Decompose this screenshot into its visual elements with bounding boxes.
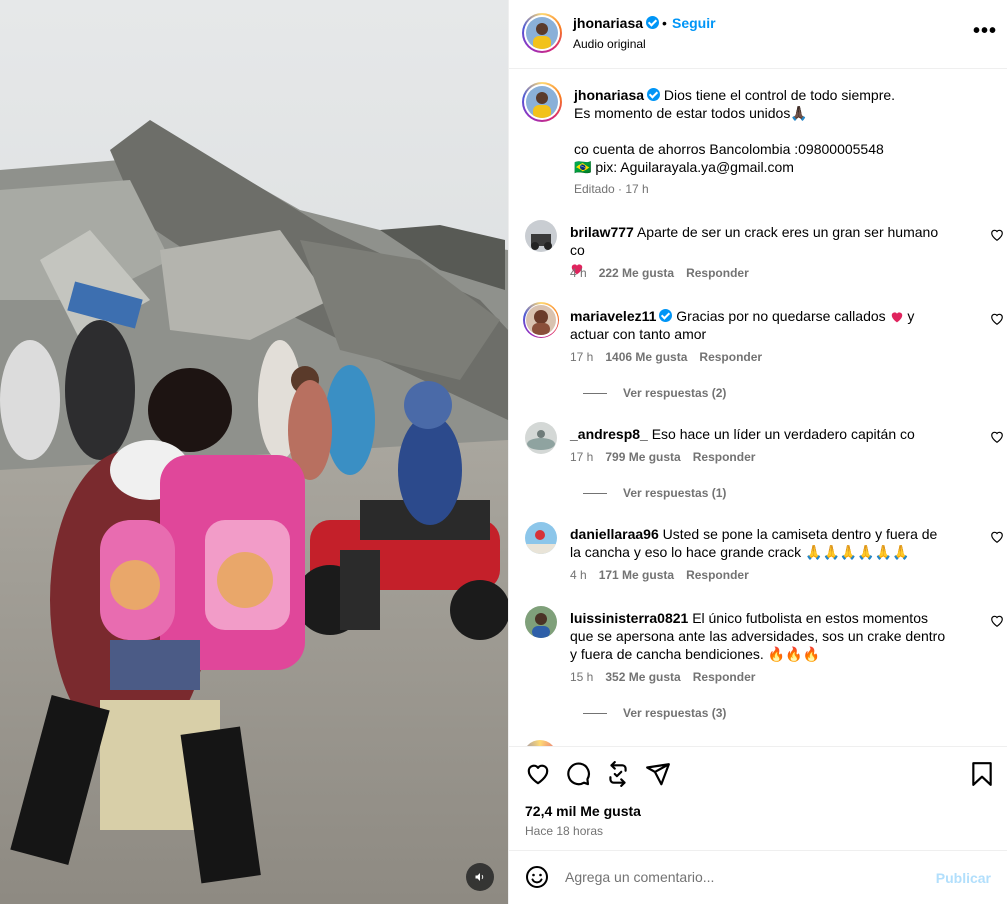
more-options-icon[interactable]: •••	[973, 20, 997, 43]
comment-username[interactable]: daniellaraa96	[570, 526, 659, 542]
repost-icon[interactable]	[605, 761, 631, 787]
comment-like-heart-icon[interactable]	[990, 430, 1004, 444]
post-time: Hace 18 horas	[525, 824, 604, 838]
commenter-avatar[interactable]	[525, 606, 557, 638]
comment-username[interactable]: mariavelez11	[570, 308, 656, 324]
comment-username[interactable]: luissinisterra0821	[570, 610, 688, 626]
comment-likes-count[interactable]: 352 Me gusta	[605, 670, 680, 684]
comment-meta: 17 h 799 Me gusta Responder	[570, 450, 755, 464]
post-header: jhonariasa • Seguir Audio original •••	[509, 0, 1007, 69]
comment-text-start: Gracias por no quedarse callados	[676, 308, 886, 324]
comment-likes-count[interactable]: 222 Me gusta	[599, 266, 674, 280]
commenter-avatar[interactable]	[523, 302, 559, 338]
caption-text-block: jhonariasa Dios tiene el control de todo…	[574, 86, 954, 176]
comment-meta: 4 h 171 Me gusta Responder	[570, 568, 749, 582]
comment-reply-button[interactable]: Responder	[686, 266, 749, 280]
comment-reply-button[interactable]: Responder	[699, 350, 762, 364]
author-username[interactable]: jhonariasa	[573, 15, 660, 31]
smiley-icon[interactable]	[525, 865, 549, 889]
comments-list[interactable]: jhonariasa Dios tiene el control de todo…	[509, 70, 1007, 746]
comment-likes-count[interactable]: 171 Me gusta	[599, 568, 674, 582]
comment-likes-count[interactable]: 799 Me gusta	[605, 450, 680, 464]
comment-username[interactable]: brilaw777	[570, 224, 634, 240]
comment-time: 17 h	[570, 450, 594, 464]
view-replies-button[interactable]: Ver respuestas (3)	[583, 706, 726, 720]
divider-line	[583, 392, 607, 394]
author-avatar[interactable]	[522, 13, 562, 53]
comment-reply-button[interactable]: Responder	[686, 568, 749, 582]
comment-meta: 15 h 352 Me gusta Responder	[570, 670, 755, 684]
red-heart-emoji-icon	[891, 312, 902, 323]
comment-body: luissinisterra0821 El único futbolista e…	[570, 609, 950, 663]
comment-meta: 17 h 1406 Me gusta Responder	[570, 350, 762, 364]
video-frame	[0, 0, 508, 904]
comment-time: 4 h	[570, 266, 587, 280]
heart-icon[interactable]	[525, 761, 551, 787]
comment-body: mariavelez11 Gracias por no quedarse cal…	[570, 307, 950, 343]
comment-time: 4 h	[570, 568, 587, 582]
comment-like-heart-icon[interactable]	[990, 228, 1004, 242]
comment-like-heart-icon[interactable]	[990, 530, 1004, 544]
comment-reply-button[interactable]: Responder	[693, 450, 756, 464]
view-replies-label: Ver respuestas (1)	[623, 486, 727, 500]
likes-count[interactable]: 72,4 mil Me gusta	[525, 803, 641, 819]
comment-body: daniellaraa96 Usted se pone la camiseta …	[570, 525, 950, 561]
caption-meta: Editado · 17 h	[574, 182, 649, 196]
separator-dot: •	[662, 15, 667, 31]
post-actions: 72,4 mil Me gusta Hace 18 horas	[509, 746, 1007, 850]
comment-meta: 4 h 222 Me gusta Responder	[570, 266, 749, 280]
divider-line	[583, 712, 607, 714]
bookmark-icon[interactable]	[969, 761, 995, 787]
verified-badge-icon	[647, 88, 661, 101]
comment-likes-count[interactable]: 1406 Me gusta	[605, 350, 687, 364]
post-side-panel: jhonariasa • Seguir Audio original ••• j…	[508, 0, 1007, 904]
follow-button[interactable]: Seguir	[672, 15, 716, 31]
comment-like-heart-icon[interactable]	[990, 614, 1004, 628]
audio-label[interactable]: Audio original	[573, 37, 646, 51]
comment-time: 17 h	[570, 350, 594, 364]
comment-like-heart-icon[interactable]	[990, 312, 1004, 326]
comment-text: Eso hace un líder un verdadero capitán c…	[651, 426, 915, 442]
send-icon[interactable]	[645, 761, 671, 787]
caption-username[interactable]: jhonariasa	[574, 87, 644, 103]
mute-toggle-button[interactable]	[466, 863, 494, 891]
divider-line	[583, 492, 607, 494]
comment-icon[interactable]	[565, 761, 591, 787]
commenter-avatar[interactable]	[525, 522, 557, 554]
speaker-icon	[475, 873, 484, 881]
comment-body: _andresp8_ Eso hace un líder un verdader…	[570, 425, 950, 443]
view-replies-label: Ver respuestas (2)	[623, 386, 727, 400]
publish-button[interactable]: Publicar	[936, 870, 991, 886]
comment-reply-button[interactable]: Responder	[693, 670, 756, 684]
commenter-avatar[interactable]	[525, 220, 557, 252]
view-replies-label: Ver respuestas (3)	[623, 706, 727, 720]
view-replies-button[interactable]: Ver respuestas (1)	[583, 486, 726, 500]
verified-badge-icon	[659, 309, 673, 322]
view-replies-button[interactable]: Ver respuestas (2)	[583, 386, 726, 400]
verified-badge-icon	[646, 16, 660, 29]
instagram-post: jhonariasa • Seguir Audio original ••• j…	[0, 0, 1007, 904]
commenter-avatar[interactable]	[525, 422, 557, 454]
post-video[interactable]	[0, 0, 508, 904]
comment-time: 15 h	[570, 670, 594, 684]
comment-username[interactable]: _andresp8_	[570, 426, 648, 442]
comment-composer: Publicar	[509, 850, 1007, 904]
caption-author-avatar[interactable]	[522, 82, 562, 122]
comment-input[interactable]	[565, 865, 925, 889]
